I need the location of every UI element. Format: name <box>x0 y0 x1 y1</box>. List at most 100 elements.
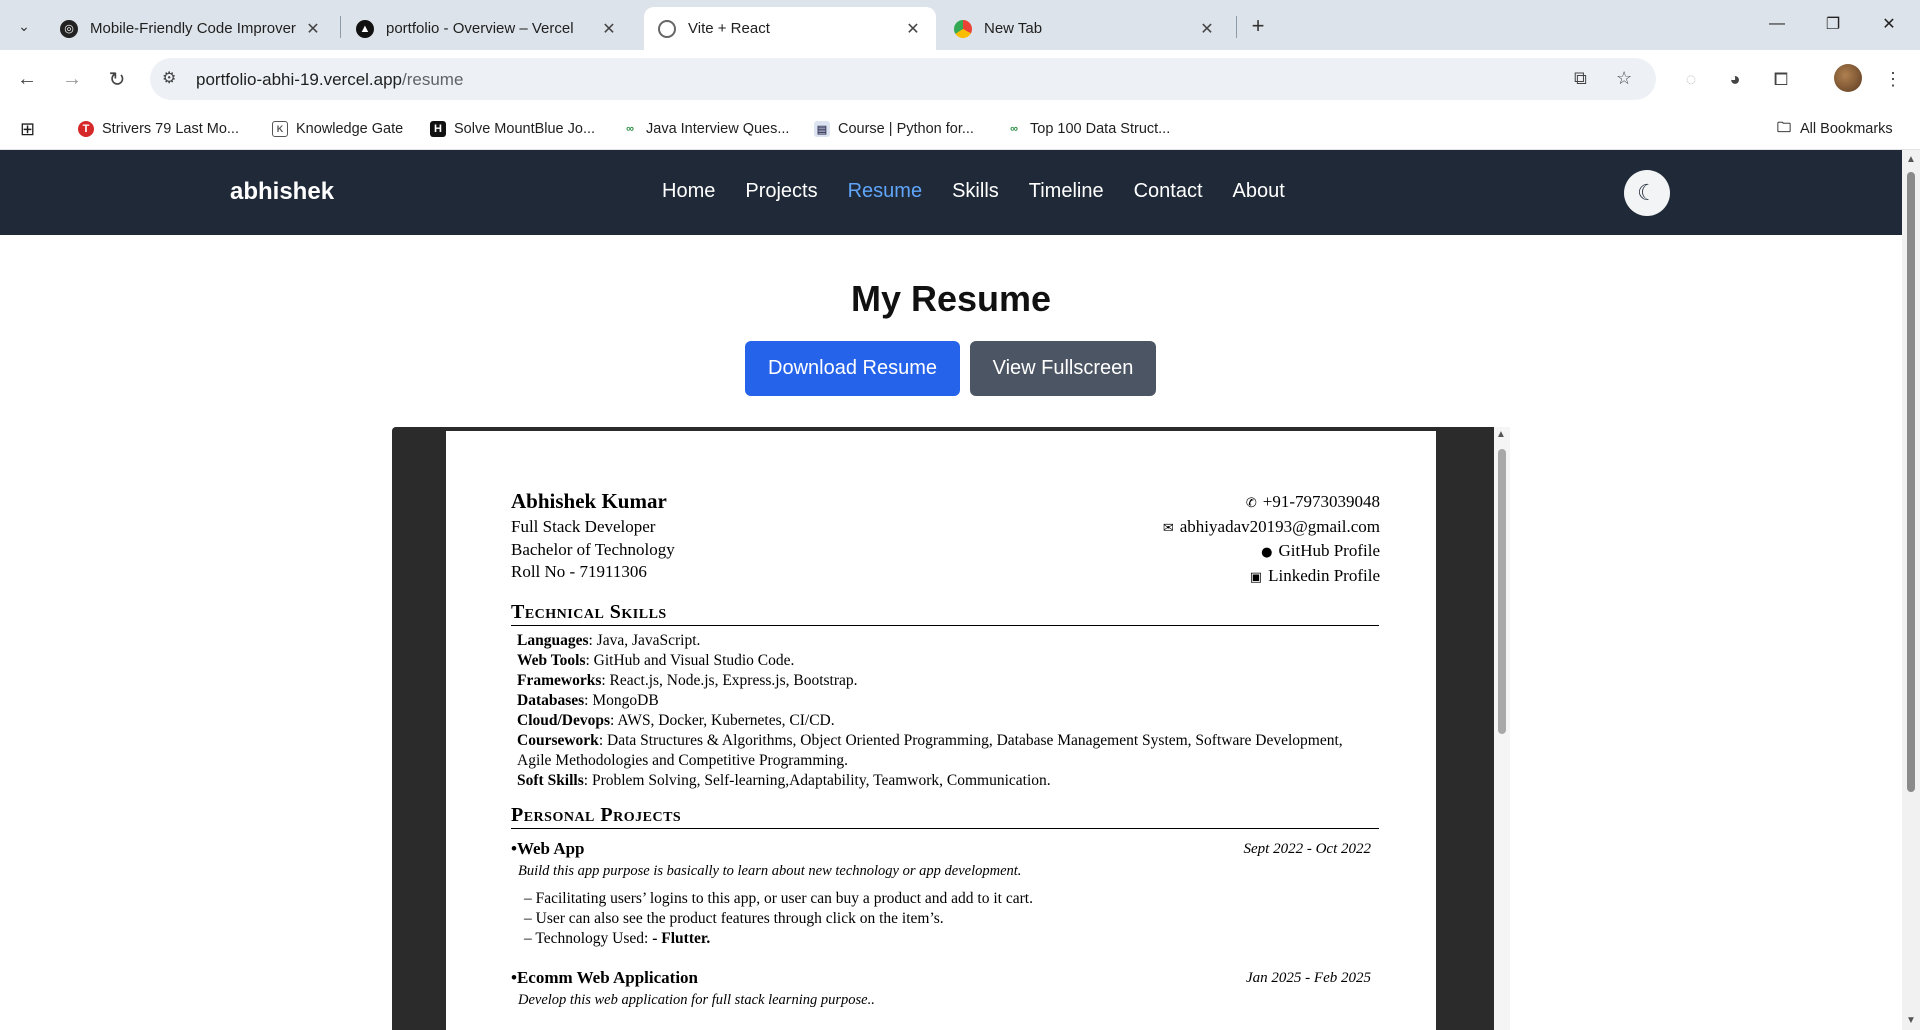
project-bullets: Facilitating users’ logins to this app, … <box>524 889 1371 949</box>
skill-row: Cloud/Devops: AWS, Docker, Kubernetes, C… <box>517 712 835 729</box>
vercel-icon: ▲ <box>356 19 374 38</box>
phone-icon: ✆ <box>1245 496 1257 511</box>
resume-roll: Roll No - 71911306 <box>511 562 647 581</box>
all-bookmarks[interactable]: 🗀 All Bookmarks <box>1776 118 1893 140</box>
close-tab-icon[interactable]: ✕ <box>904 19 922 39</box>
tab-mobile-friendly[interactable]: ◎ Mobile-Friendly Code Improver ✕ <box>46 7 336 50</box>
close-tab-icon[interactable]: ✕ <box>304 19 322 39</box>
url-text: portfolio-abhi-19.vercel.app/resume <box>196 70 464 89</box>
nav-timeline[interactable]: Timeline <box>1029 180 1104 203</box>
menu-kebab-icon[interactable]: ⋮ <box>1878 64 1908 94</box>
tab-title: portfolio - Overview – Vercel <box>386 20 574 37</box>
new-tab-plus-icon[interactable]: + <box>1244 12 1272 40</box>
list-item: Technology Used: - Flutter. <box>524 929 1371 949</box>
tab-vite-react[interactable]: Vite + React ✕ <box>644 7 936 50</box>
bookmark-top-100-dsa[interactable]: ∞ Top 100 Data Struct... <box>1006 118 1170 140</box>
view-fullscreen-button[interactable]: View Fullscreen <box>970 341 1156 396</box>
window-close-icon[interactable]: ✕ <box>1866 8 1912 40</box>
skills-list: Languages: Java, JavaScript. Web Tools: … <box>517 631 1379 791</box>
tab-vercel[interactable]: ▲ portfolio - Overview – Vercel ✕ <box>342 7 632 50</box>
reload-icon[interactable]: ↻ <box>100 62 134 96</box>
extension-timer-icon[interactable]: ◌ <box>1676 64 1706 94</box>
extension-avatar-icon[interactable]: ◕ <box>1720 64 1750 94</box>
skill-row: Coursework: Data Structures & Algorithms… <box>517 732 1343 769</box>
scroll-down-arrow-icon[interactable]: ▼ <box>1906 1015 1916 1026</box>
skill-row: Web Tools: GitHub and Visual Studio Code… <box>517 652 795 669</box>
bookmark-knowledge-gate[interactable]: K Knowledge Gate <box>272 118 403 140</box>
extensions-puzzle-icon[interactable]: ⧠ <box>1766 64 1796 94</box>
page-scrollbar[interactable]: ▲ ▼ <box>1902 150 1920 1030</box>
translate-icon[interactable]: ⧉ <box>1574 68 1587 89</box>
close-tab-icon[interactable]: ✕ <box>600 19 618 39</box>
scroll-up-arrow-icon[interactable]: ▲ <box>1496 429 1506 440</box>
back-arrow-icon[interactable]: ← <box>10 62 44 96</box>
project-description: Develop this web application for full st… <box>518 992 875 1008</box>
site-brand[interactable]: abhishek <box>230 178 334 206</box>
resume-contact: ✆ +91-7973039048 ✉ abhiyadav20193@gmail.co… <box>1163 491 1380 589</box>
resume-email[interactable]: abhiyadav20193@gmail.com <box>1180 517 1380 536</box>
openai-icon: ◎ <box>60 19 78 38</box>
browser-toolbar: ← → ↻ ⚙ portfolio-abhi-19.vercel.app/res… <box>0 50 1920 108</box>
bookmark-label: Java Interview Ques... <box>646 121 790 137</box>
nav-projects[interactable]: Projects <box>745 180 817 203</box>
close-tab-icon[interactable]: ✕ <box>1198 19 1216 39</box>
pdf-scroll-thumb[interactable] <box>1498 449 1506 734</box>
tab-search-chevron-icon[interactable]: ⌄ <box>10 12 38 40</box>
tab-divider <box>340 16 341 38</box>
minimize-icon[interactable]: — <box>1754 8 1800 40</box>
dark-mode-moon-icon[interactable]: ☾ <box>1624 170 1670 216</box>
forward-arrow-icon[interactable]: → <box>55 62 89 96</box>
bookmarks-bar: ⊞ T Strivers 79 Last Mo... K Knowledge Gat… <box>0 108 1920 150</box>
bookmark-label: Strivers 79 Last Mo... <box>102 121 239 137</box>
nav-home[interactable]: Home <box>662 180 715 203</box>
project-date: Sept 2022 - Oct 2022 <box>1243 841 1371 857</box>
skill-row: Languages: Java, JavaScript. <box>517 632 701 649</box>
chrome-icon <box>954 19 972 38</box>
bookmark-java-interview[interactable]: ∞ Java Interview Ques... <box>622 118 789 140</box>
page-viewport: abhishek Home Projects Resume Skills Tim… <box>0 150 1902 1030</box>
tab-new-tab[interactable]: New Tab ✕ <box>940 7 1230 50</box>
download-resume-button[interactable]: Download Resume <box>745 341 960 396</box>
section-personal-projects: Personal Projects <box>511 804 1379 829</box>
nav-skills[interactable]: Skills <box>952 180 999 203</box>
resume-role: Full Stack Developer <box>511 517 656 536</box>
kg-icon: K <box>272 121 288 137</box>
site-navbar: abhishek Home Projects Resume Skills Tim… <box>0 150 1902 235</box>
apps-grid-icon[interactable]: ⊞ <box>20 118 35 140</box>
tab-title: Vite + React <box>688 20 770 37</box>
project-web-app: •Web App Sept 2022 - Oct 2022 Build this… <box>511 839 1371 949</box>
bookmark-mountblue[interactable]: H Solve MountBlue Jo... <box>430 118 595 140</box>
site-info-icon[interactable]: ⚙ <box>162 68 176 88</box>
resume-linkedin-link[interactable]: Linkedin Profile <box>1268 566 1380 585</box>
page-title: My Resume <box>850 278 1052 319</box>
resume-github-link[interactable]: GitHub Profile <box>1278 541 1380 560</box>
section-technical-skills: Technical Skills <box>511 601 1379 626</box>
tab-title: New Tab <box>984 20 1043 37</box>
site-menu: Home Projects Resume Skills Timeline Con… <box>662 180 1285 203</box>
skill-row: Databases: MongoDB <box>517 692 659 709</box>
course-icon: ▤ <box>814 121 830 137</box>
nav-about[interactable]: About <box>1233 180 1285 203</box>
address-bar[interactable]: ⚙ portfolio-abhi-19.vercel.app/resume ⧉ … <box>150 58 1656 100</box>
scroll-up-arrow-icon[interactable]: ▲ <box>1906 154 1916 165</box>
bookmark-python-course[interactable]: ▤ Course | Python for... <box>814 118 974 140</box>
gfg-icon: ∞ <box>626 123 634 135</box>
nav-resume[interactable]: Resume <box>848 180 922 203</box>
bookmark-label: Solve MountBlue Jo... <box>454 121 596 137</box>
bookmark-star-icon[interactable]: ☆ <box>1616 68 1632 89</box>
github-icon: ● <box>1261 545 1273 560</box>
list-item: User can also see the product features t… <box>524 909 1371 929</box>
project-title: •Ecomm Web Application <box>511 968 698 987</box>
pdf-scrollbar[interactable]: ▲ <box>1494 427 1510 1030</box>
restore-icon[interactable]: ❐ <box>1810 8 1856 40</box>
profile-avatar[interactable] <box>1834 64 1862 92</box>
bookmark-strivers[interactable]: T Strivers 79 Last Mo... <box>78 118 239 140</box>
gfg-icon: ∞ <box>1010 123 1018 135</box>
page-scroll-thumb[interactable] <box>1907 172 1915 792</box>
tab-strip: ⌄ ◎ Mobile-Friendly Code Improver ✕ ▲ po… <box>0 0 1920 50</box>
resume-page: Abhishek Kumar Full Stack Developer Bach… <box>446 431 1436 1030</box>
nav-contact[interactable]: Contact <box>1134 180 1203 203</box>
project-date: Jan 2025 - Feb 2025 <box>1246 970 1371 986</box>
resume-name: Abhishek Kumar <box>511 489 667 513</box>
globe-icon <box>658 19 676 38</box>
